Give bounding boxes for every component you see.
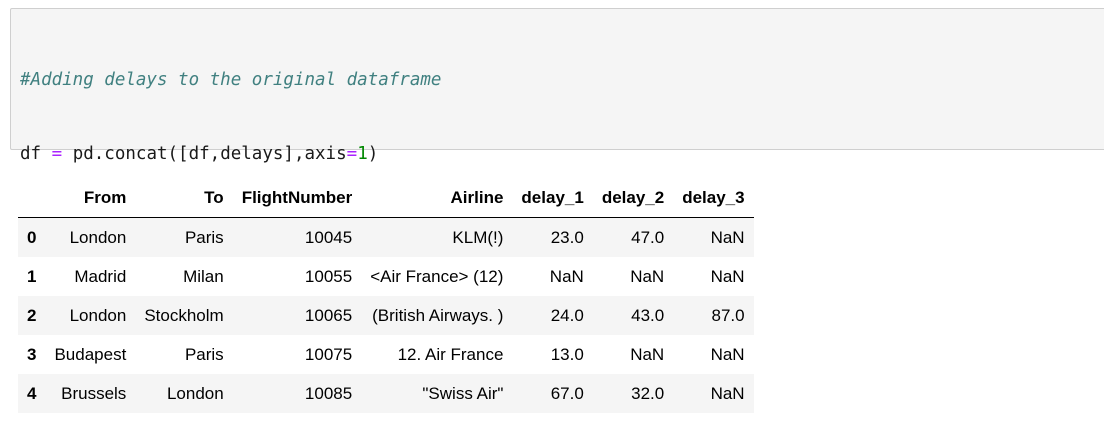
- table-cell: 12. Air France: [397, 344, 504, 364]
- table-cell: NaN: [549, 266, 584, 286]
- table-cell: 10055: [304, 266, 353, 286]
- table-cell: Budapest: [54, 344, 127, 364]
- table-cell: 10085: [304, 383, 353, 403]
- table-cell: NaN: [710, 383, 745, 403]
- table-cell: London: [69, 227, 127, 247]
- code-comment-line: #Adding delays to the original dataframe: [20, 70, 442, 90]
- table-cell: London: [166, 383, 224, 403]
- table-cell: NaN: [710, 344, 745, 364]
- column-header: FlightNumber: [232, 179, 362, 218]
- table-cell: Milan: [183, 266, 224, 286]
- table-cell: NaN: [630, 266, 665, 286]
- table-row: 4 Brussels London 10085 "Swiss Air" 67.0…: [18, 374, 754, 413]
- table-cell: Stockholm: [144, 305, 224, 325]
- table-cell: 43.0: [631, 305, 665, 325]
- table-cell: London: [69, 305, 127, 325]
- column-header: Airline: [361, 179, 513, 218]
- table-cell: 47.0: [631, 227, 665, 247]
- table-row: 0 London Paris 10045 KLM(!) 23.0 47.0 Na…: [18, 217, 754, 257]
- column-header: delay_3: [673, 179, 754, 218]
- table-cell: Paris: [184, 344, 224, 364]
- row-index: 2: [27, 305, 37, 325]
- code-operator: =: [346, 143, 358, 164]
- code-token: ): [367, 143, 379, 164]
- table-cell: 67.0: [550, 383, 584, 403]
- table-cell: NaN: [710, 227, 745, 247]
- dataframe-output-table: From To FlightNumber Airline delay_1 del…: [18, 179, 754, 413]
- table-cell: NaN: [630, 344, 665, 364]
- table-cell: "Swiss Air": [422, 383, 504, 403]
- code-token: pd.concat([df,delays],axis: [62, 143, 347, 164]
- table-cell: <Air France> (12): [370, 266, 504, 286]
- column-header: To: [135, 179, 233, 218]
- code-token: df: [20, 143, 52, 164]
- code-operator: =: [51, 143, 63, 164]
- table-cell: 24.0: [550, 305, 584, 325]
- table-cell: Madrid: [74, 266, 127, 286]
- table-cell: 32.0: [631, 383, 665, 403]
- row-index: 3: [27, 344, 37, 364]
- table-header-row: From To FlightNumber Airline delay_1 del…: [18, 179, 754, 218]
- table-cell: Paris: [184, 227, 224, 247]
- table-cell: Brussels: [61, 383, 127, 403]
- table-cell: (British Airways. ): [372, 305, 504, 325]
- table-cell: 10045: [304, 227, 353, 247]
- table-cell: 13.0: [550, 344, 584, 364]
- row-index: 4: [27, 383, 37, 403]
- table-cell: 10075: [304, 344, 353, 364]
- table-cell: 10065: [304, 305, 353, 325]
- code-concat-line: df = pd.concat([df,delays],axis=1): [20, 142, 441, 167]
- table-cell: 23.0: [550, 227, 584, 247]
- column-header: delay_1: [512, 179, 593, 218]
- table-row: 3 Budapest Paris 10075 12. Air France 13…: [18, 335, 754, 374]
- table-row: 1 Madrid Milan 10055 <Air France> (12) N…: [18, 257, 754, 296]
- column-header: delay_2: [592, 179, 674, 218]
- code-number: 1: [357, 143, 368, 164]
- table-row: 2 London Stockholm 10065 (British Airway…: [18, 296, 754, 335]
- table-cell: KLM(!): [452, 227, 504, 247]
- table-cell: 87.0: [711, 305, 745, 325]
- column-header: From: [45, 179, 136, 218]
- table-cell: NaN: [710, 266, 745, 286]
- index-header: [18, 179, 46, 218]
- row-index: 1: [27, 266, 37, 286]
- code-cell-input[interactable]: #Adding delays to the original dataframe…: [10, 8, 1104, 311]
- row-index: 0: [27, 227, 37, 247]
